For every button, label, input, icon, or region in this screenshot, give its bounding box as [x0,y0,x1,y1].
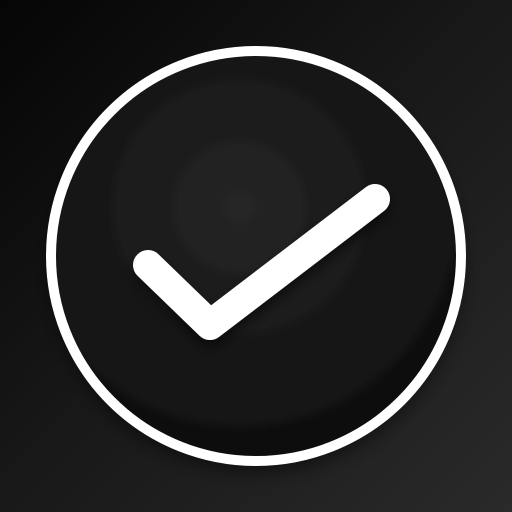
app-icon-canvas [0,0,512,512]
check-circle-icon [46,46,466,466]
